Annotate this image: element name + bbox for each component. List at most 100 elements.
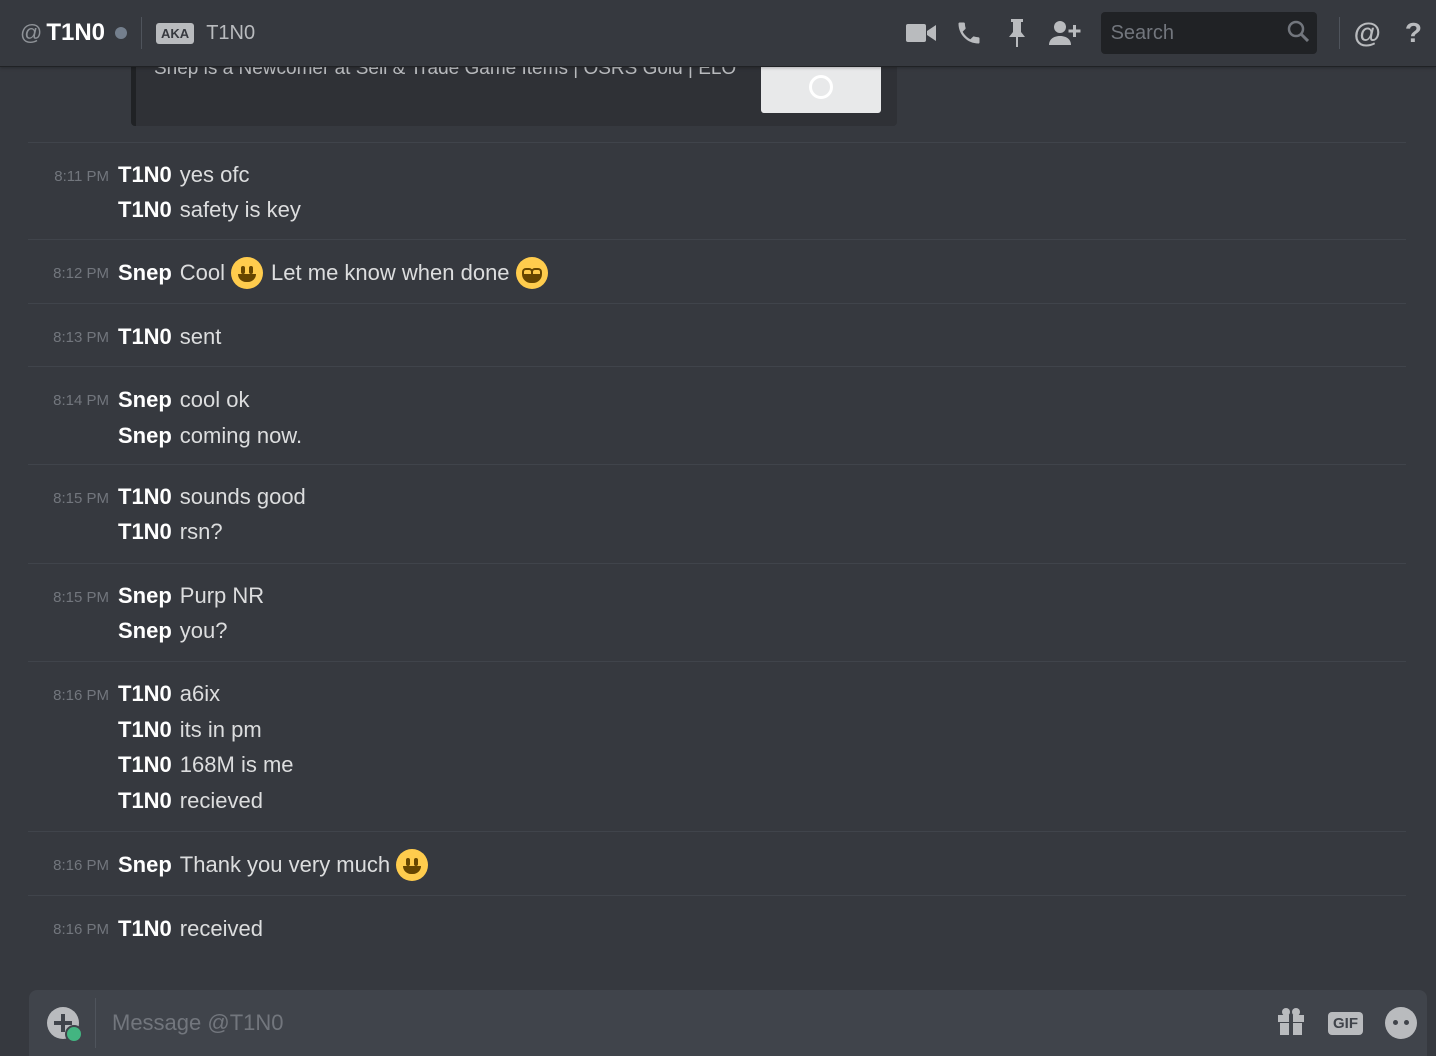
pin-icon[interactable] [1001, 17, 1033, 49]
voice-call-icon[interactable] [953, 17, 985, 49]
message-group: 8:15 PM T1N0 sounds good T1N0 rsn? [28, 464, 1406, 564]
grin-emoji-icon [515, 257, 548, 289]
message-author[interactable]: T1N0 [118, 324, 172, 350]
embed-thumbnail[interactable] [761, 66, 881, 113]
message-line: T1N0 received [118, 911, 263, 947]
message-author[interactable]: T1N0 [118, 197, 172, 223]
message-author[interactable]: Snep [118, 852, 172, 878]
message-group: 8:16 PM T1N0 a6ix T1N0 its in pm T1N0 168M … [28, 661, 1406, 832]
message-timestamp[interactable]: 8:15 PM [53, 589, 109, 606]
message-line: T1N0 its in pm [118, 712, 262, 748]
message-input[interactable] [110, 1009, 1276, 1037]
header-toolbar: @ ? [889, 0, 1436, 66]
message-text: sent [179, 324, 222, 349]
message-text: 168M is me [179, 752, 294, 777]
message-group: 8:13 PM T1N0 sent [28, 303, 1406, 367]
message-text: a6ix [179, 681, 221, 706]
message-author[interactable]: T1N0 [118, 752, 172, 778]
message-author[interactable]: Snep [118, 387, 172, 413]
message-text: Cool [179, 260, 226, 285]
search-box[interactable] [1100, 12, 1317, 54]
message-text: you? [179, 618, 228, 643]
message-timestamp[interactable]: 8:16 PM [53, 687, 109, 704]
message-text: Thank you very much [179, 852, 391, 877]
message-line: T1N0 recieved [118, 783, 263, 819]
message-text: coming now. [179, 423, 303, 448]
message-author[interactable]: T1N0 [118, 916, 172, 942]
message-author[interactable]: Snep [118, 423, 172, 449]
message-author[interactable]: T1N0 [118, 519, 172, 545]
message-timestamp[interactable]: 8:14 PM [53, 392, 109, 409]
gift-icon[interactable] [1276, 1006, 1306, 1041]
message-text: received [179, 916, 263, 941]
toolbar-divider [1338, 17, 1340, 49]
message-text: its in pm [179, 717, 262, 742]
message-group: 8:12 PM Snep Cool Let me know when done [28, 239, 1406, 304]
add-friend-icon[interactable] [1048, 17, 1081, 49]
message-timestamp[interactable]: 8:13 PM [53, 329, 109, 346]
message-group: 8:16 PM Snep Thank you very much [28, 831, 1406, 896]
message-list[interactable]: Snep is a Newcomer at Sell & Trade Game … [0, 66, 1436, 959]
message-timestamp[interactable]: 8:16 PM [53, 857, 109, 874]
aka-name: T1N0 [206, 21, 256, 44]
composer-divider [95, 998, 96, 1048]
message-timestamp[interactable]: 8:12 PM [53, 265, 109, 282]
message-author[interactable]: T1N0 [118, 788, 172, 814]
invite-embed: Snep is a Newcomer at Sell & Trade Game … [131, 66, 897, 126]
message-text: sounds good [179, 484, 306, 509]
channel-header: @ T1N0 AKA T1N0 @ ? [0, 0, 1436, 66]
message-text: recieved [179, 788, 263, 813]
message-line: Snep Purp NR [118, 578, 264, 614]
message-group: 8:15 PM Snep Purp NR Snep you? [28, 563, 1406, 662]
message-composer: GIF [29, 990, 1427, 1056]
message-line: T1N0 sounds good [118, 479, 306, 515]
message-author[interactable]: Snep [118, 618, 172, 644]
upload-plus-icon[interactable] [47, 1007, 83, 1043]
message-text: safety is key [179, 197, 301, 222]
aka-badge: AKA [156, 22, 195, 44]
message-author[interactable]: T1N0 [118, 717, 172, 743]
message-text: yes ofc [179, 162, 250, 187]
message-author[interactable]: Snep [118, 260, 172, 286]
message-group: 8:11 PM T1N0 yes ofc T1N0 safety is key [28, 142, 1406, 240]
message-text: Purp NR [179, 583, 265, 608]
thumbnail-logo-icon [809, 74, 833, 99]
message-line: Snep cool ok [118, 382, 250, 418]
status-offline-icon [115, 27, 128, 39]
smiley-emoji-icon [231, 257, 264, 289]
message-author[interactable]: T1N0 [118, 681, 172, 707]
dm-recipient-name[interactable]: T1N0 [46, 19, 105, 47]
message-line: Snep you? [118, 613, 228, 649]
dm-at-icon: @ [20, 20, 43, 45]
message-group: 8:14 PM Snep cool ok Snep coming now. [28, 366, 1406, 465]
smiley-emoji-icon [396, 849, 429, 881]
message-text: cool ok [179, 387, 250, 412]
message-line: T1N0 a6ix [118, 676, 220, 712]
message-line: Snep coming now. [118, 418, 302, 454]
message-line: T1N0 168M is me [118, 747, 294, 783]
search-input[interactable] [1108, 20, 1283, 46]
gif-picker-button[interactable]: GIF [1328, 1011, 1363, 1035]
header-divider [141, 17, 143, 49]
message-timestamp[interactable]: 8:16 PM [53, 921, 109, 938]
message-author[interactable]: Snep [118, 583, 172, 609]
message-line: T1N0 rsn? [118, 514, 223, 550]
embed-description: Snep is a Newcomer at Sell & Trade Game … [154, 66, 737, 79]
message-group: 8:16 PM T1N0 received [28, 895, 1406, 959]
emoji-picker-icon[interactable] [1385, 1007, 1417, 1039]
message-timestamp[interactable]: 8:15 PM [53, 490, 109, 507]
message-author[interactable]: T1N0 [118, 484, 172, 510]
help-icon[interactable]: ? [1405, 17, 1422, 49]
message-text: Let me know when done [271, 260, 510, 285]
message-timestamp[interactable]: 8:11 PM [54, 168, 109, 185]
message-line: T1N0 yes ofc [118, 157, 250, 193]
mentions-icon[interactable]: @ [1354, 17, 1381, 49]
message-line: Snep Thank you very much [118, 847, 429, 883]
search-icon [1287, 20, 1309, 47]
message-line: T1N0 safety is key [118, 192, 301, 228]
upload-badge-icon [65, 1025, 83, 1043]
message-author[interactable]: T1N0 [118, 162, 172, 188]
video-call-icon[interactable] [905, 17, 937, 49]
message-text: rsn? [179, 519, 223, 544]
message-line: Snep Cool Let me know when done [118, 255, 548, 291]
